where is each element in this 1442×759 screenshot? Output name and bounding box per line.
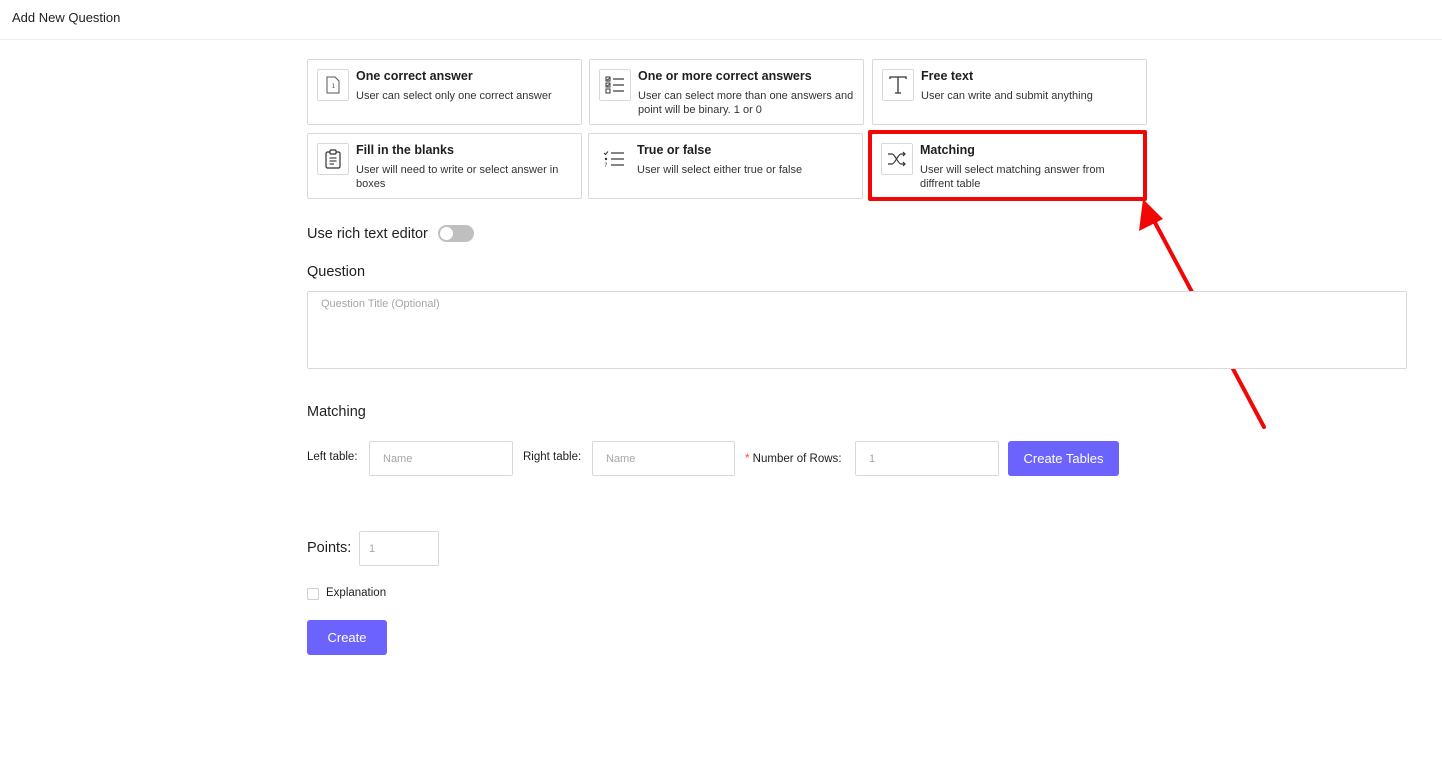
number-of-rows-input[interactable] [855,441,999,476]
required-mark: * [745,451,750,465]
right-table-label: Right table: [523,451,582,463]
page-title: Add New Question [12,10,121,25]
type-card-free-text[interactable]: Free text User can write and submit anyt… [872,59,1147,125]
card-title: One or more correct answers [638,69,812,83]
card-title: Fill in the blanks [356,143,454,157]
rich-text-toggle[interactable] [438,225,474,242]
points-input[interactable] [359,531,439,566]
single-answer-icon: 1 [317,69,349,101]
type-card-true-false[interactable]: ? True or false User will select either … [588,133,863,199]
card-description: User will need to write or select answer… [356,164,559,190]
question-title-input[interactable] [307,291,1407,369]
text-t-icon [882,69,914,101]
page-header: Add New Question [0,0,1442,40]
left-table-label: Left table: [307,451,358,463]
explanation-checkbox[interactable] [307,588,319,600]
create-tables-button[interactable]: Create Tables [1008,441,1119,476]
card-description: User can select only one correct answer [356,90,552,102]
card-title: Free text [921,69,974,83]
card-title: True or false [637,143,712,157]
svg-text:1: 1 [332,83,336,90]
left-table-name-input[interactable] [369,441,513,476]
right-table-name-input[interactable] [592,441,735,476]
explanation-label: Explanation [326,587,387,599]
type-card-fill-blanks[interactable]: Fill in the blanks User will need to wri… [307,133,582,199]
number-of-rows-label: * Number of Rows: [745,451,842,465]
card-title: One correct answer [356,69,473,83]
type-card-one-correct[interactable]: 1 One correct answer User can select onl… [307,59,582,125]
card-description: User can write and submit anything [921,90,1093,102]
matching-section-label: Matching [307,404,366,420]
svg-text:?: ? [604,162,607,169]
card-description: User will select matching answer from di… [920,164,1105,190]
rich-text-label: Use rich text editor [307,226,428,242]
clipboard-icon [317,143,349,175]
type-card-matching[interactable]: Matching User will select matching answe… [871,133,1146,199]
card-description: User will select either true or false [637,164,803,176]
multiple-answers-icon [599,69,631,101]
create-button[interactable]: Create [307,620,387,655]
card-description: User can select more than one answers an… [638,90,854,116]
card-title: Matching [920,143,975,157]
type-card-multiple-correct[interactable]: One or more correct answers User can sel… [589,59,864,125]
toggle-knob [440,227,453,240]
points-label: Points: [307,540,352,556]
checklist-icon: ? [598,143,630,175]
question-label: Question [307,264,366,280]
shuffle-icon [881,143,913,175]
